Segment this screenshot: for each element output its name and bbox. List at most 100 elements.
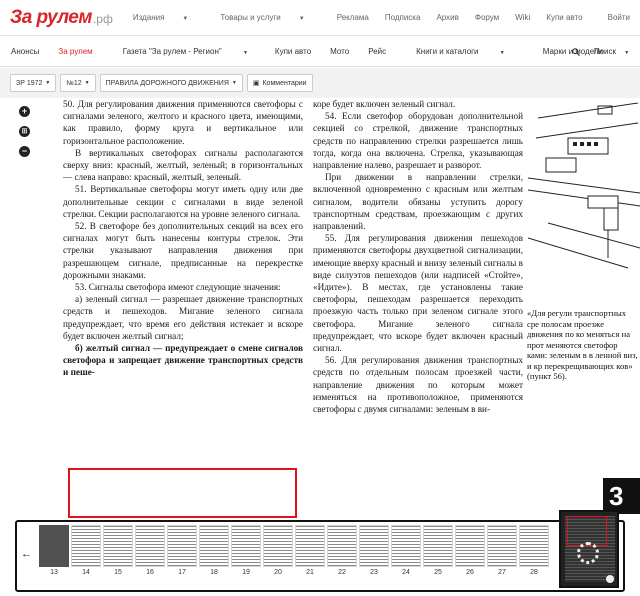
topnav-item-archive[interactable]: Архив [436, 13, 458, 22]
topnav-item-wiki[interactable]: Wiki [515, 13, 530, 22]
paragraph: 51. Вертикальные светофоры могут иметь о… [63, 184, 303, 219]
page-thumbnail[interactable]: 24 [391, 525, 423, 577]
zoom-out-icon[interactable]: − [19, 146, 30, 157]
page-thumbnail[interactable]: 27 [487, 525, 519, 577]
page-thumbnail[interactable]: 19 [231, 525, 263, 577]
fit-page-icon[interactable]: ⊞ [19, 126, 30, 137]
paragraph: 56. Для регулирования движения транспорт… [313, 355, 523, 415]
article-column-1: 50. Для регулирования движения применяют… [63, 98, 303, 379]
thumbnail-image [71, 525, 101, 567]
thumbnail-image [199, 525, 229, 567]
search-button[interactable]: Поиск [572, 47, 624, 56]
topnav-item-goods[interactable]: Товары и услуги ▼ [220, 13, 320, 22]
thumbnail-image [135, 525, 165, 567]
login-link[interactable]: Войти [608, 13, 630, 22]
top-nav: Издания ▼ Товары и услуги ▼ Реклама Подпис… [133, 13, 599, 22]
page-thumbnail[interactable]: 16 [135, 525, 167, 577]
issue-select[interactable]: №12 ▼ [60, 74, 96, 92]
preview-dot-icon [606, 575, 614, 583]
thumbnail-page-number: 26 [466, 569, 474, 576]
paragraph: а) зеленый сигнал — разрешает движение т… [63, 294, 303, 341]
paragraph: При движении в направлении стрелки, вклю… [313, 172, 523, 232]
comments-button[interactable]: ▣ Комментарии [246, 74, 313, 92]
thumbnail-image [455, 525, 485, 567]
page-thumbnail[interactable]: 20 [263, 525, 295, 577]
illustration-caption: «Для регули транспортных сре полосам про… [527, 308, 638, 381]
top-bar: За рулем .рф Издания ▼ Товары и услуги ▼ Р… [0, 0, 640, 36]
paragraph: б) желтый сигнал — предупреждает о смене… [63, 343, 303, 378]
paragraph: 55. Для регулирования движения пешеходов… [313, 233, 523, 354]
page-thumbnail[interactable]: 28 [519, 525, 551, 577]
topnav-item-subscribe[interactable]: Подписка [385, 13, 421, 22]
paragraph: коре будет включен зеленый сигнал. [313, 99, 456, 109]
thumbnail-page-number: 14 [82, 569, 90, 576]
chevron-down-icon: ▼ [499, 50, 505, 56]
topnav-item-forum[interactable]: Форум [475, 13, 499, 22]
chevron-down-icon: ▼ [45, 80, 51, 86]
thumbnail-page-number: 21 [306, 569, 314, 576]
nav-item-books[interactable]: Книги и каталоги ▼ [405, 47, 513, 56]
paragraph: В вертикальных светофорах сигналы распол… [63, 147, 303, 183]
logo-suffix: .рф [92, 11, 113, 26]
thumbnail-image [327, 525, 357, 567]
comment-icon: ▣ [252, 80, 260, 87]
page-thumbnail[interactable]: 21 [295, 525, 327, 577]
article-column-2: коре будет включен зеленый сигнал. 54. Е… [313, 98, 523, 415]
thumbnail-page-number: 25 [434, 569, 442, 576]
year-select[interactable]: ЗР 1972 ▼ [10, 74, 57, 92]
issue-toolbar: ЗР 1972 ▼ №12 ▼ ПРАВИЛА ДОРОЖНОГО ДВИЖЕНИЯ… [0, 68, 640, 98]
chevron-down-icon: ▼ [298, 16, 305, 22]
nav-item-buy-auto[interactable]: Купи авто [275, 47, 311, 56]
thumbnail-page-number: 18 [210, 569, 218, 576]
zoom-in-icon[interactable]: + [19, 106, 30, 117]
thumbnail-page-number: 17 [178, 569, 186, 576]
topnav-item-ads[interactable]: Реклама [337, 13, 369, 22]
page-thumbnail[interactable]: 17 [167, 525, 199, 577]
page-number-badge: 3 [603, 478, 640, 514]
topnav-item-buy-auto[interactable]: Купи авто [546, 13, 582, 22]
scroll-left-arrow-icon[interactable]: ← [21, 548, 32, 560]
thumbnail-page-number: 15 [114, 569, 122, 576]
page-thumbnail[interactable]: 25 [423, 525, 455, 577]
chevron-down-icon: ▼ [231, 80, 237, 86]
page-thumbnail[interactable]: 14 [71, 525, 103, 577]
nav-item-reis[interactable]: Рейс [368, 47, 386, 56]
nav-item-announcements[interactable]: Анонсы [11, 47, 39, 56]
paragraph: 53. Сигналы светофора имеют следующие зн… [75, 282, 281, 293]
page-thumbnail[interactable]: 22 [327, 525, 359, 577]
section-nav: Анонсы За рулем Газета "За рулем - Регио… [0, 37, 640, 67]
chevron-down-icon: ▼ [624, 50, 630, 56]
nav-item-za-rulem[interactable]: За рулем [58, 47, 92, 56]
section-select[interactable]: ПРАВИЛА ДОРОЖНОГО ДВИЖЕНИЯ ▼ [99, 74, 243, 92]
page-thumbnail[interactable]: 18 [199, 525, 231, 577]
loading-spinner-icon [577, 542, 599, 564]
thumbnail-page-number: 22 [338, 569, 346, 576]
thumbnail-page-number: 16 [146, 569, 154, 576]
page-thumbnail[interactable]: 15 [103, 525, 135, 577]
logo-text: За рулем [10, 6, 92, 28]
page-preview[interactable] [559, 510, 619, 588]
page-thumbnail[interactable]: 13 [39, 525, 71, 577]
thumbnail-image [487, 525, 517, 567]
thumbnail-image [295, 525, 325, 567]
thumbnail-page-number: 28 [530, 569, 538, 576]
search-icon [572, 47, 580, 56]
page-thumbnail[interactable]: 26 [455, 525, 487, 577]
nav-item-gazeta[interactable]: Газета "За рулем - Регион" ▼ [112, 47, 256, 56]
nav-item-moto[interactable]: Мото [330, 47, 349, 56]
paragraph: 50. Для регулирования движения применяют… [63, 99, 303, 146]
thumbnail-image [423, 525, 453, 567]
search-label: Поиск [593, 47, 616, 56]
topnav-item-izdaniya[interactable]: Издания ▼ [133, 13, 205, 22]
site-logo[interactable]: За рулем .рф [10, 7, 113, 29]
page-thumbnail[interactable]: 23 [359, 525, 391, 577]
thumbnail-image [231, 525, 261, 567]
chevron-down-icon: ▼ [242, 50, 248, 56]
thumbnail-page-number: 19 [242, 569, 250, 576]
chevron-down-icon: ▼ [84, 80, 90, 86]
thumbnail-image [519, 525, 549, 567]
thumbnail-page-number: 24 [402, 569, 410, 576]
chevron-down-icon: ▼ [182, 16, 189, 22]
thumbnail-strip: ← 13 14 15 16 17 18 19 20 21 22 23 24 25 26 27 28 [15, 510, 625, 592]
thumbnail-page-number: 23 [370, 569, 378, 576]
